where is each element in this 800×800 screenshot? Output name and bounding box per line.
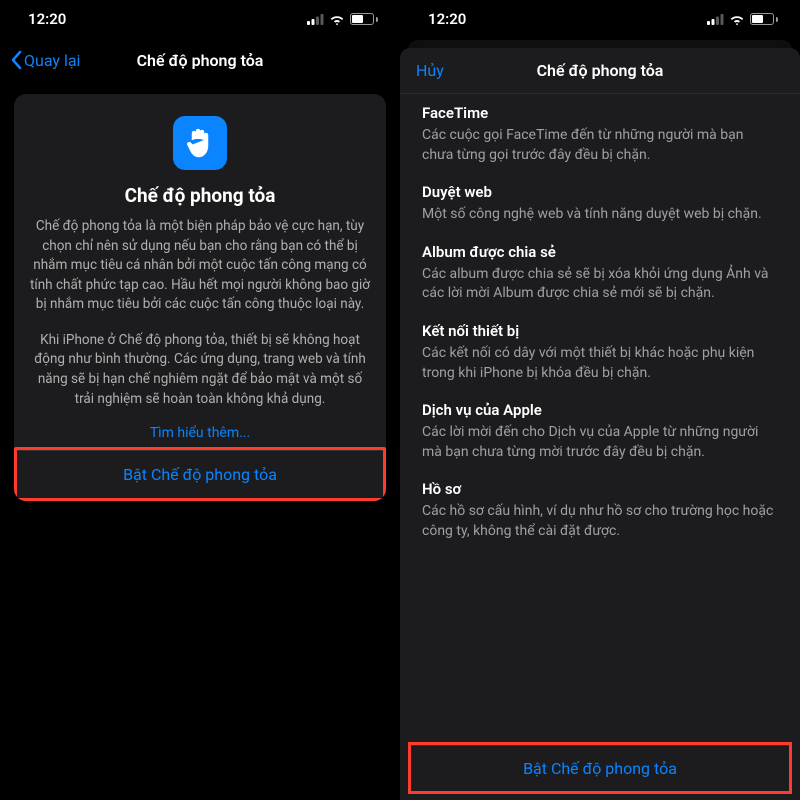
- learn-more-link[interactable]: Tìm hiểu thêm...: [28, 425, 372, 441]
- section-text: Các lời mời đến cho Dịch vụ của Apple từ…: [422, 423, 778, 462]
- hand-icon: [173, 116, 227, 170]
- section-text: Các cuộc gọi FaceTime đến từ những người…: [422, 126, 778, 165]
- section-text: Các album được chia sẻ sẽ bị xóa khỏi ứn…: [422, 265, 778, 304]
- battery-percent: 48: [751, 14, 773, 24]
- status-indicators: 48: [707, 13, 778, 25]
- section-title: FaceTime: [422, 104, 778, 122]
- section-text: Một số công nghệ web và tính năng duyệt …: [422, 205, 778, 225]
- section-title: Duyệt web: [422, 183, 778, 201]
- status-time: 12:20: [28, 10, 66, 28]
- section-profiles: Hồ sơ Các hồ sơ cấu hình, ví dụ như hồ s…: [422, 480, 778, 541]
- section-device-connections: Kết nối thiết bị Các kết nối có dây với …: [422, 322, 778, 383]
- wifi-icon: [329, 14, 345, 25]
- battery-indicator: 48: [750, 13, 778, 25]
- lockdown-card: Chế độ phong tỏa Chế độ phong tỏa là một…: [14, 94, 386, 501]
- section-shared-albums: Album được chia sẻ Các album được chia s…: [422, 243, 778, 304]
- phone-screen-left: 12:20 48 Quay lại Chế độ phong tỏa Chế: [0, 0, 400, 800]
- modal-sheet: Hủy Chế độ phong tỏa FaceTime Các cuộc g…: [400, 48, 800, 800]
- section-title: Hồ sơ: [422, 480, 778, 498]
- status-indicators: 48: [307, 13, 378, 25]
- status-time: 12:20: [428, 10, 466, 28]
- section-web: Duyệt web Một số công nghệ web và tính n…: [422, 183, 778, 225]
- section-text: Các hồ sơ cấu hình, ví dụ như hồ sơ cho …: [422, 502, 778, 541]
- highlight-annotation: Bật Chế độ phong tỏa: [408, 742, 792, 794]
- status-bar: 12:20 48: [400, 0, 800, 38]
- section-title: Kết nối thiết bị: [422, 322, 778, 340]
- phone-screen-right: 12:20 48 Hủy Chế độ phong tỏa FaceTime C…: [400, 0, 800, 800]
- nav-bar: Quay lại Chế độ phong tỏa: [0, 38, 400, 82]
- highlight-annotation: Bật Chế độ phong tỏa: [14, 447, 386, 501]
- cancel-button[interactable]: Hủy: [416, 61, 444, 80]
- section-title: Album được chia sẻ: [422, 243, 778, 261]
- modal-header: Hủy Chế độ phong tỏa: [400, 48, 800, 94]
- modal-title: Chế độ phong tỏa: [537, 61, 664, 80]
- battery-percent: 48: [351, 14, 373, 24]
- wifi-icon: [729, 14, 745, 25]
- card-paragraph-1: Chế độ phong tỏa là một biện pháp bảo vệ…: [28, 217, 372, 315]
- battery-indicator: 48: [350, 13, 378, 25]
- modal-content[interactable]: FaceTime Các cuộc gọi FaceTime đến từ nh…: [400, 94, 800, 742]
- cellular-icon: [307, 14, 324, 25]
- section-text: Các kết nối có dây với một thiết bị khác…: [422, 344, 778, 383]
- status-bar: 12:20 48: [0, 0, 400, 38]
- back-button[interactable]: Quay lại: [10, 50, 80, 70]
- section-title: Dịch vụ của Apple: [422, 401, 778, 419]
- enable-lockdown-button[interactable]: Bật Chế độ phong tỏa: [411, 745, 789, 791]
- chevron-left-icon: [10, 50, 22, 70]
- nav-title: Chế độ phong tỏa: [137, 51, 264, 70]
- card-paragraph-2: Khi iPhone ở Chế độ phong tỏa, thiết bị …: [28, 331, 372, 409]
- cellular-icon: [707, 14, 724, 25]
- section-apple-services: Dịch vụ của Apple Các lời mời đến cho Dị…: [422, 401, 778, 462]
- back-label: Quay lại: [24, 51, 80, 70]
- card-title: Chế độ phong tỏa: [28, 184, 372, 207]
- enable-lockdown-button[interactable]: Bật Chế độ phong tỏa: [17, 450, 383, 498]
- section-facetime: FaceTime Các cuộc gọi FaceTime đến từ nh…: [422, 104, 778, 165]
